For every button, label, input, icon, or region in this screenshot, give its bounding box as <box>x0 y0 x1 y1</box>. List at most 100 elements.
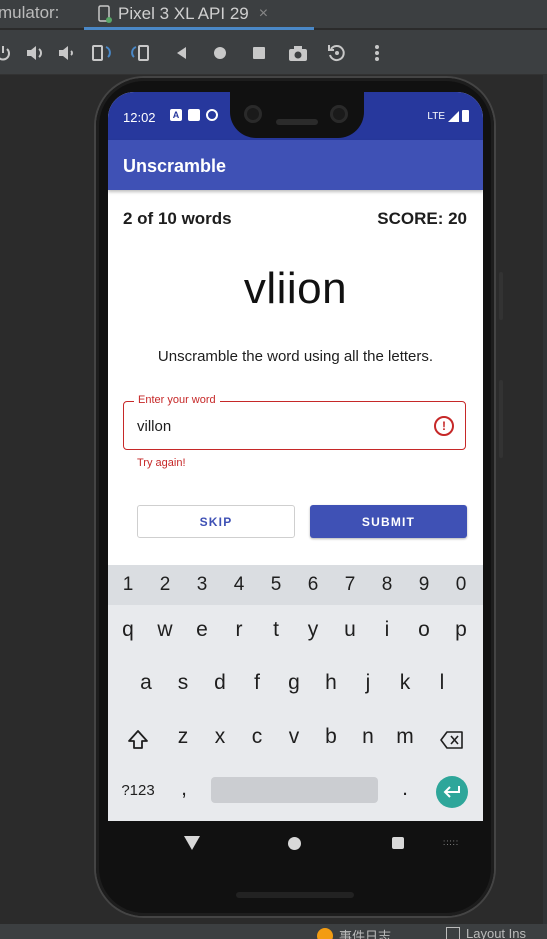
comma-key[interactable]: , <box>174 777 194 801</box>
side-panel-edge <box>543 75 547 924</box>
key-y[interactable]: y <box>303 618 323 642</box>
enter-arrow-icon <box>443 786 460 798</box>
rotate-right-icon[interactable] <box>130 42 152 64</box>
key-x[interactable]: x <box>210 725 230 749</box>
key-1[interactable]: 1 <box>118 574 138 596</box>
key-o[interactable]: o <box>414 618 434 642</box>
key-z[interactable]: z <box>173 725 193 749</box>
error-message: Try again! <box>137 457 186 469</box>
error-icon: ! <box>434 416 454 436</box>
key-i[interactable]: i <box>377 618 397 642</box>
nav-home-icon[interactable] <box>288 837 301 850</box>
app-bar: Unscramble <box>108 140 483 190</box>
key-e[interactable]: e <box>192 618 212 642</box>
phone-volume-button <box>499 380 503 458</box>
key-5[interactable]: 5 <box>266 574 286 596</box>
key-b[interactable]: b <box>321 725 341 749</box>
key-g[interactable]: g <box>284 671 304 695</box>
key-4[interactable]: 4 <box>229 574 249 596</box>
device-screen: 12:02 A LTE Unscramble 2 of 10 words SCO… <box>108 92 483 864</box>
nav-recents-icon[interactable] <box>392 837 404 849</box>
key-t[interactable]: t <box>266 618 286 642</box>
nav-back-icon[interactable] <box>184 836 200 850</box>
space-bar[interactable] <box>211 777 378 803</box>
key-d[interactable]: d <box>210 671 230 695</box>
key-8[interactable]: 8 <box>377 574 397 596</box>
key-7[interactable]: 7 <box>340 574 360 596</box>
device-tab[interactable]: Pixel 3 XL API 29 × <box>98 0 268 28</box>
key-p[interactable]: p <box>451 618 471 642</box>
word-input[interactable] <box>137 418 417 435</box>
layout-inspector-label: Layout Ins <box>466 926 526 939</box>
scrambled-word: vliion <box>243 264 348 313</box>
key-0[interactable]: 0 <box>451 574 471 596</box>
key-q[interactable]: q <box>118 618 138 642</box>
battery-icon <box>462 110 469 122</box>
android-nav-bar: ::::: <box>108 821 483 864</box>
score-label: SCORE: 20 <box>377 209 467 228</box>
key-l[interactable]: l <box>432 671 452 695</box>
android-status-bar: 12:02 A LTE <box>108 92 483 140</box>
key-m[interactable]: m <box>392 725 418 749</box>
layout-inspector-icon <box>446 926 460 939</box>
event-log-label: 事件日志 <box>339 929 392 939</box>
key-k[interactable]: k <box>395 671 415 695</box>
replay-icon[interactable] <box>326 42 348 64</box>
overview-icon[interactable] <box>248 42 270 64</box>
period-key[interactable]: . <box>395 777 415 801</box>
app-title: Unscramble <box>123 156 227 176</box>
volume-down-icon[interactable] <box>56 42 78 64</box>
rotate-left-icon[interactable] <box>91 42 113 64</box>
power-icon[interactable] <box>0 42 14 64</box>
key-9[interactable]: 9 <box>414 574 434 596</box>
submit-button[interactable]: SUBMIT <box>310 505 467 538</box>
event-log-icon <box>317 927 333 939</box>
enter-key[interactable] <box>436 776 468 808</box>
key-3[interactable]: 3 <box>192 574 212 596</box>
key-r[interactable]: r <box>229 618 249 642</box>
status-time: 12:02 <box>123 110 156 125</box>
screenshot-icon[interactable] <box>287 42 309 64</box>
key-s[interactable]: s <box>173 671 193 695</box>
key-v[interactable]: v <box>284 725 304 749</box>
front-camera-left <box>244 105 262 123</box>
back-icon[interactable] <box>170 42 192 64</box>
soft-keyboard: 1 2 3 4 5 6 7 8 9 0 q w e r t y u i o p … <box>108 565 483 821</box>
skip-button[interactable]: SKIP <box>137 505 295 538</box>
key-w[interactable]: w <box>155 618 175 642</box>
word-input-label: Enter your word <box>134 394 220 406</box>
phone-bottom-speaker <box>236 892 354 898</box>
event-log-tab[interactable]: 事件日志 <box>317 926 391 939</box>
key-a[interactable]: a <box>136 671 156 695</box>
sd-card-icon <box>188 109 200 121</box>
phone-side-button <box>499 272 503 320</box>
key-2[interactable]: 2 <box>155 574 175 596</box>
keyboard-switch-icon[interactable]: ::::: <box>443 838 459 847</box>
symbols-key[interactable]: ?123 <box>114 782 162 799</box>
volume-up-icon[interactable] <box>24 42 46 64</box>
more-icon[interactable] <box>366 42 388 64</box>
close-tab-icon[interactable]: × <box>259 5 268 23</box>
instructions-text: Unscramble the word using all the letter… <box>157 348 434 365</box>
layout-inspector-tab[interactable]: Layout Ins <box>446 926 526 939</box>
backspace-icon[interactable] <box>440 730 464 750</box>
ide-status-bar: 事件日志 Layout Ins <box>0 924 547 939</box>
phone-device-icon <box>98 5 112 23</box>
key-6[interactable]: 6 <box>303 574 323 596</box>
key-j[interactable]: j <box>358 671 378 695</box>
key-h[interactable]: h <box>321 671 341 695</box>
network-type-label: LTE <box>427 110 445 122</box>
emulator-toolbar <box>0 30 547 75</box>
key-u[interactable]: u <box>340 618 360 642</box>
key-f[interactable]: f <box>247 671 267 695</box>
shift-icon[interactable] <box>127 729 149 751</box>
key-c[interactable]: c <box>247 725 267 749</box>
earpiece-speaker <box>276 119 318 125</box>
key-n[interactable]: n <box>358 725 378 749</box>
word-count-label: 2 of 10 words <box>123 209 232 228</box>
status-right-icons: LTE <box>427 110 469 122</box>
word-input-field[interactable]: Enter your word ! <box>123 394 466 450</box>
front-camera-right <box>330 105 348 123</box>
home-icon[interactable] <box>209 42 231 64</box>
device-tab-label: Pixel 3 XL API 29 <box>118 4 249 23</box>
